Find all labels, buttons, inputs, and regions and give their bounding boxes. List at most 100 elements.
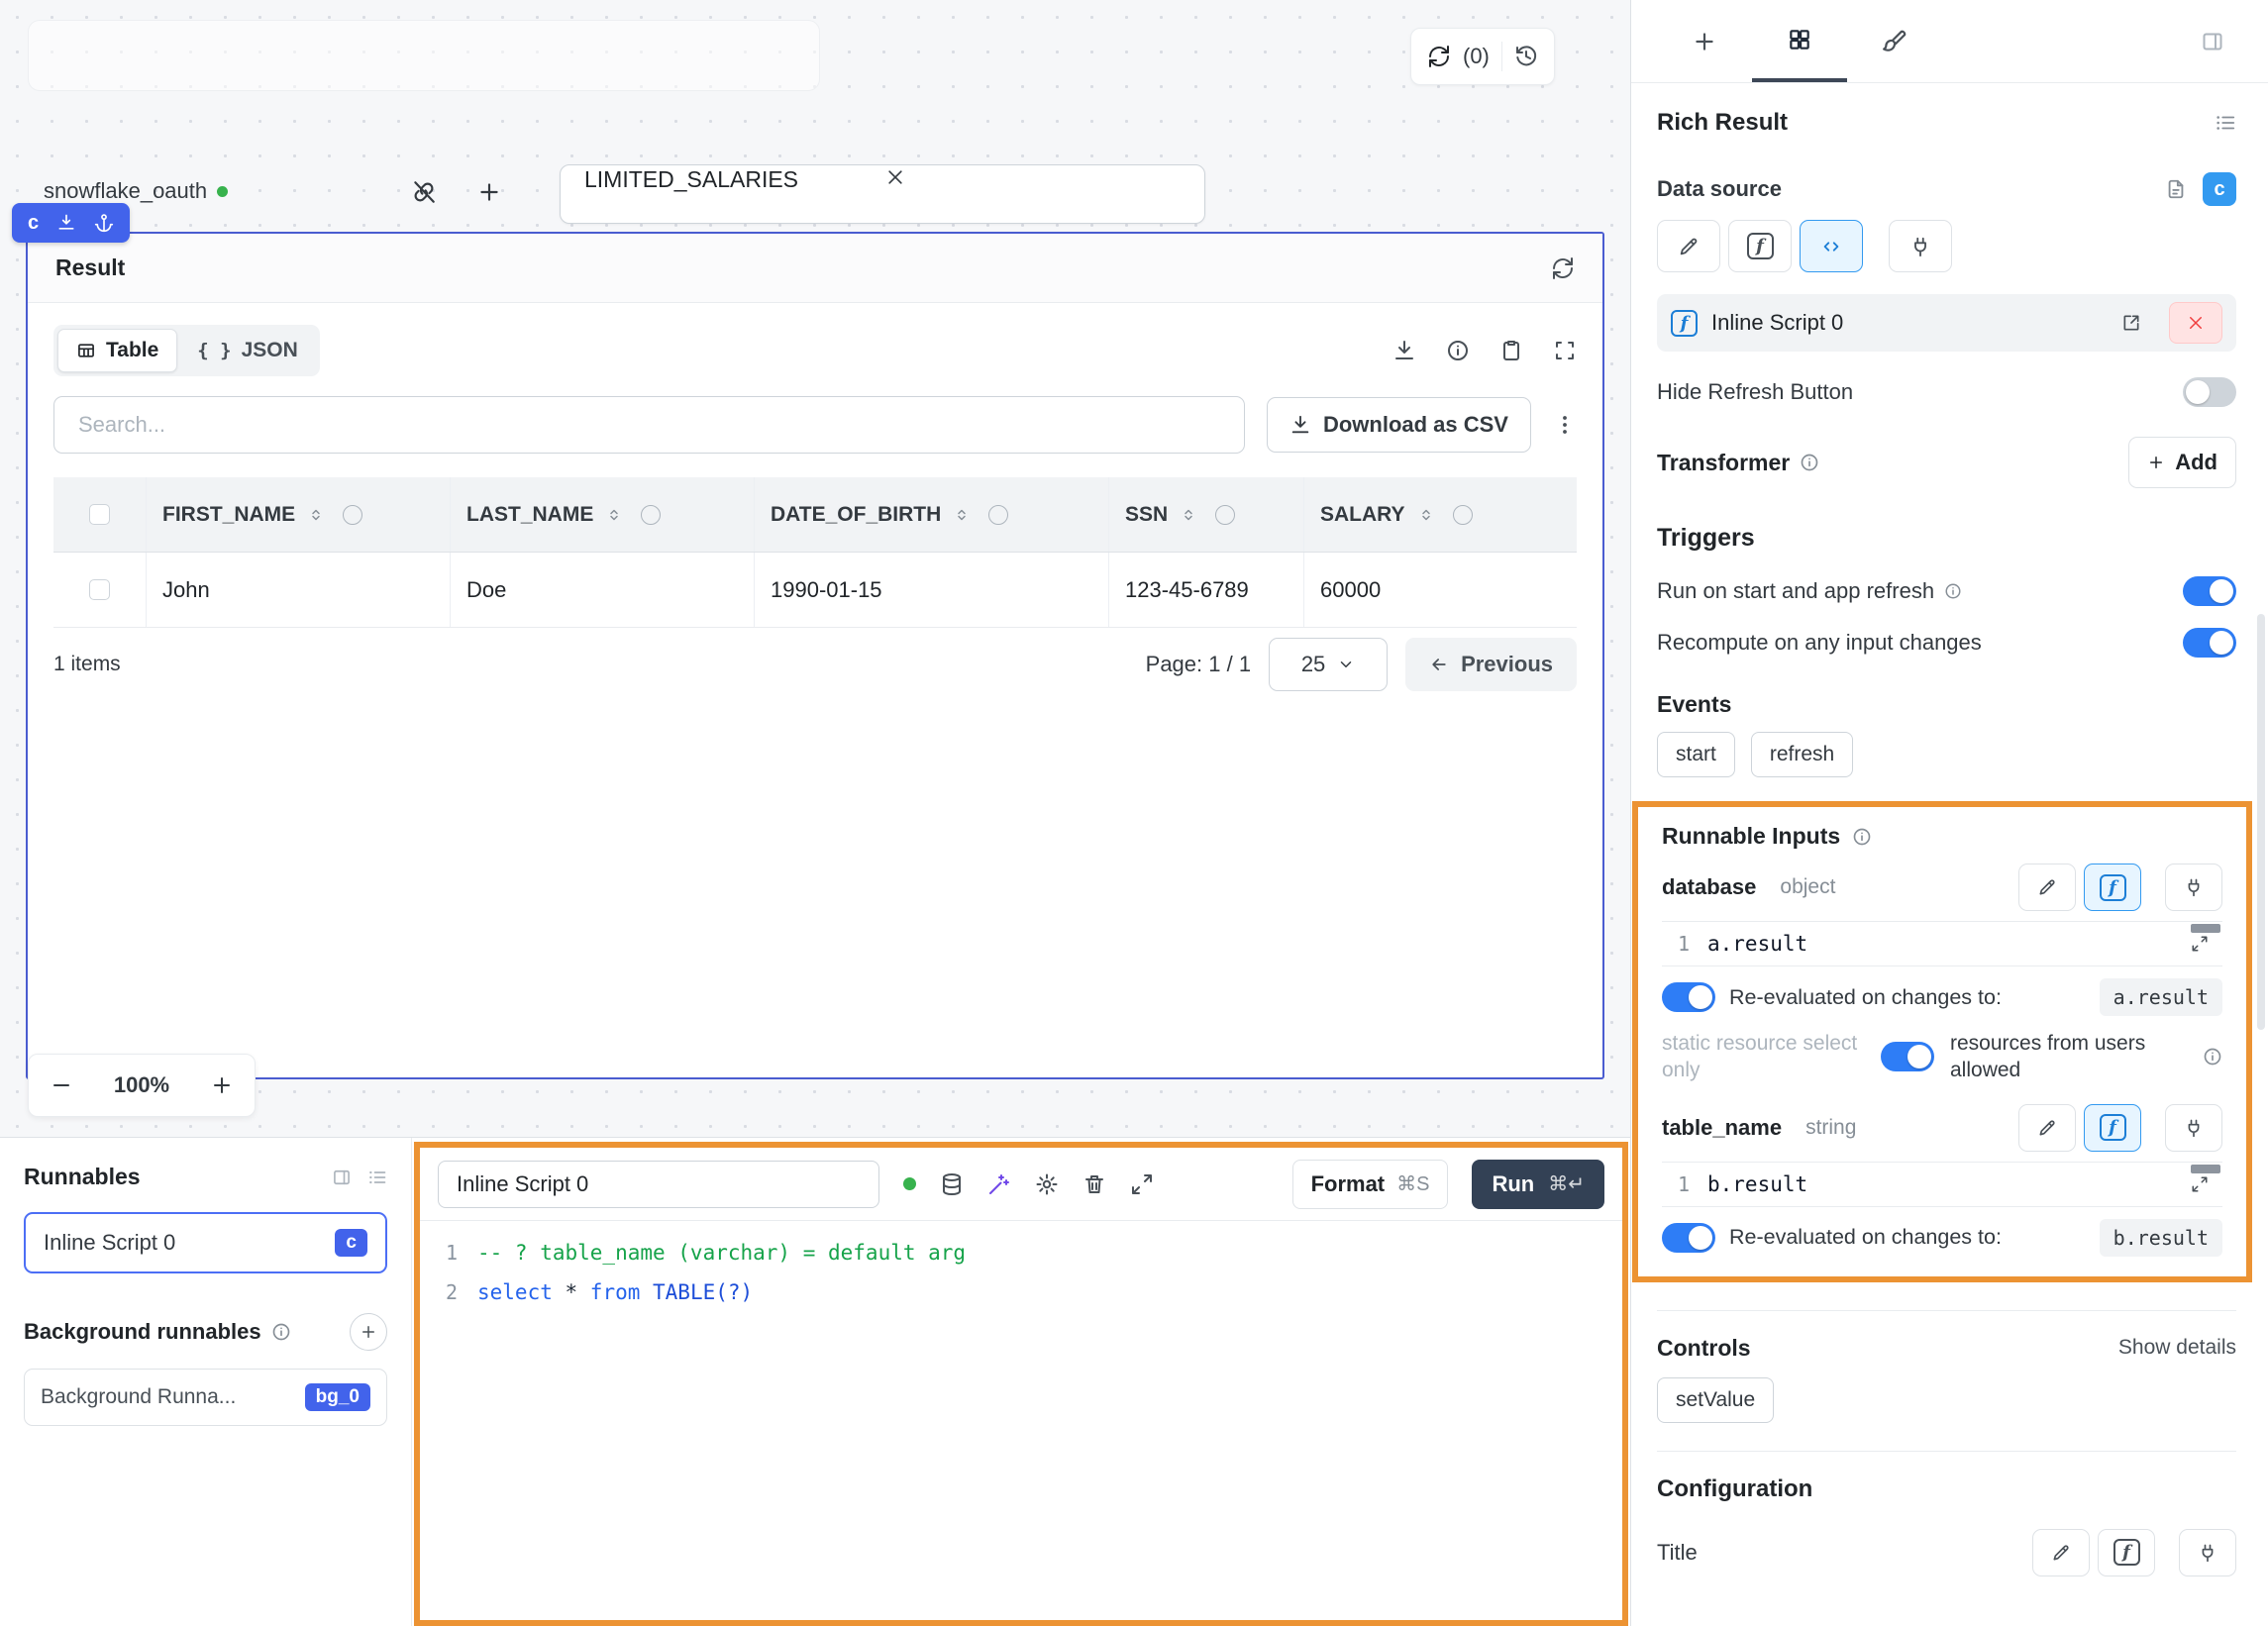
add-transformer-button[interactable]: Add	[2128, 437, 2236, 488]
title-mode-plug-button[interactable]	[2179, 1529, 2236, 1576]
runnable-item-inline-script-0[interactable]: Inline Script 0 c	[24, 1212, 387, 1273]
column-header[interactable]: SALARY	[1320, 503, 1405, 527]
sort-icon[interactable]	[1180, 506, 1197, 524]
input-mode-static-button[interactable]	[2018, 864, 2076, 911]
title-mode-function-button[interactable]	[2098, 1529, 2155, 1576]
event-chip-start[interactable]: start	[1657, 732, 1735, 777]
history-icon[interactable]	[1514, 45, 1538, 68]
input-mode-function-button[interactable]	[2084, 864, 2141, 911]
tab-components[interactable]	[1752, 0, 1847, 82]
column-header[interactable]: FIRST_NAME	[162, 503, 295, 527]
row-checkbox[interactable]	[89, 579, 110, 600]
table-select-field[interactable]	[560, 164, 1205, 224]
title-mode-static-button[interactable]	[2032, 1529, 2090, 1576]
info-icon[interactable]	[2203, 1047, 2222, 1067]
source-mode-plug-button[interactable]	[1889, 220, 1952, 272]
tab-styling[interactable]	[1847, 0, 1942, 82]
info-icon[interactable]	[1944, 582, 1962, 600]
column-option-circle[interactable]	[343, 505, 362, 525]
hide-refresh-toggle[interactable]	[2183, 377, 2236, 407]
table-row[interactable]: John Doe 1990-01-15 123-45-6789 60000	[53, 553, 1577, 628]
search-field[interactable]	[53, 396, 1245, 454]
fullscreen-icon[interactable]	[1553, 339, 1577, 362]
expand-expression-icon[interactable]	[2191, 935, 2209, 953]
input-expression-editor[interactable]: 1 a.result	[1662, 921, 2222, 966]
tab-json[interactable]: { } JSON	[179, 330, 316, 371]
input-expression-editor[interactable]: 1 b.result	[1662, 1162, 2222, 1207]
column-option-circle[interactable]	[1453, 505, 1473, 525]
reevaluate-toggle[interactable]	[1662, 982, 1715, 1012]
run-button[interactable]: Run ⌘↵	[1472, 1160, 1604, 1209]
unlink-button[interactable]	[400, 168, 448, 216]
input-mode-function-button[interactable]	[2084, 1104, 2141, 1152]
file-icon[interactable]	[2165, 178, 2187, 200]
component-ref-badge[interactable]: c	[2203, 172, 2236, 206]
format-button[interactable]: Format ⌘S	[1292, 1160, 1449, 1209]
add-background-runnable-button[interactable]	[350, 1313, 387, 1351]
clear-icon[interactable]	[885, 167, 905, 187]
collapse-panel-icon[interactable]	[332, 1168, 352, 1187]
column-header[interactable]: SSN	[1125, 503, 1168, 527]
run-on-start-toggle[interactable]	[2183, 576, 2236, 606]
expression-code[interactable]: b.result	[1707, 1172, 1807, 1196]
code-area[interactable]: 1 -- ? table_name (varchar) = default ar…	[420, 1221, 1622, 1324]
download-csv-button[interactable]: Download as CSV	[1267, 397, 1531, 453]
sort-icon[interactable]	[605, 506, 623, 524]
delete-trash-icon[interactable]	[1082, 1172, 1106, 1196]
scrollbar-thumb[interactable]	[2191, 924, 2220, 933]
info-icon[interactable]	[1852, 827, 1872, 847]
script-name-input[interactable]	[455, 1170, 863, 1198]
search-input[interactable]	[76, 411, 1222, 439]
column-option-circle[interactable]	[1215, 505, 1235, 525]
previous-page-button[interactable]: Previous	[1405, 638, 1577, 691]
source-mode-static-button[interactable]	[1657, 220, 1720, 272]
database-icon[interactable]	[940, 1172, 964, 1196]
toggle-panel-button[interactable]	[2183, 0, 2242, 82]
settings-gear-icon[interactable]	[1035, 1172, 1059, 1196]
reevaluate-target-chip[interactable]: a.result	[2100, 978, 2222, 1016]
docs-icon[interactable]	[367, 1168, 387, 1187]
component-mini-toolbar[interactable]: c	[12, 203, 130, 243]
remove-script-button[interactable]	[2169, 302, 2222, 344]
open-external-icon[interactable]	[2121, 313, 2141, 333]
expression-code[interactable]: a.result	[1707, 932, 1807, 956]
info-icon[interactable]	[1446, 339, 1470, 362]
sort-icon[interactable]	[1417, 506, 1435, 524]
scrollbar-thumb[interactable]	[2257, 614, 2265, 1030]
column-header[interactable]: LAST_NAME	[466, 503, 593, 527]
download-icon[interactable]	[1392, 339, 1416, 362]
table-select-input[interactable]	[582, 165, 879, 194]
ai-wand-icon[interactable]	[987, 1172, 1011, 1196]
sort-icon[interactable]	[953, 506, 971, 524]
refresh-icon[interactable]	[1427, 45, 1451, 68]
background-runnable-item[interactable]: Background Runna... bg_0	[24, 1369, 387, 1426]
add-table-button[interactable]	[465, 168, 513, 216]
tab-table[interactable]: Table	[57, 329, 177, 372]
reevaluate-toggle[interactable]	[1662, 1223, 1715, 1253]
resources-from-users-toggle[interactable]	[1881, 1042, 1934, 1071]
result-refresh-icon[interactable]	[1551, 256, 1575, 280]
zoom-out-icon[interactable]	[50, 1073, 73, 1097]
input-mode-static-button[interactable]	[2018, 1104, 2076, 1152]
tab-add-component[interactable]	[1657, 0, 1752, 82]
info-icon[interactable]	[271, 1322, 291, 1342]
column-option-circle[interactable]	[988, 505, 1008, 525]
source-mode-function-button[interactable]	[1728, 220, 1792, 272]
zoom-in-icon[interactable]	[210, 1073, 234, 1097]
input-mode-plug-button[interactable]	[2165, 1104, 2222, 1152]
sort-icon[interactable]	[307, 506, 325, 524]
result-widget[interactable]: Result Table { } JSON	[26, 232, 1604, 1079]
expand-expression-icon[interactable]	[2191, 1175, 2209, 1193]
anchor-icon[interactable]	[94, 213, 114, 233]
control-chip-setvalue[interactable]: setValue	[1657, 1377, 1774, 1423]
page-size-select[interactable]: 25	[1269, 638, 1388, 691]
script-name-field[interactable]	[438, 1161, 879, 1208]
expand-editor-icon[interactable]	[1130, 1172, 1154, 1196]
event-chip-refresh[interactable]: refresh	[1751, 732, 1853, 777]
info-icon[interactable]	[1800, 453, 1819, 472]
scrollbar-thumb[interactable]	[2191, 1165, 2220, 1173]
select-all-checkbox[interactable]	[89, 504, 110, 525]
insert-below-icon[interactable]	[56, 213, 76, 233]
source-mode-code-button[interactable]	[1800, 220, 1863, 272]
column-option-circle[interactable]	[641, 505, 661, 525]
